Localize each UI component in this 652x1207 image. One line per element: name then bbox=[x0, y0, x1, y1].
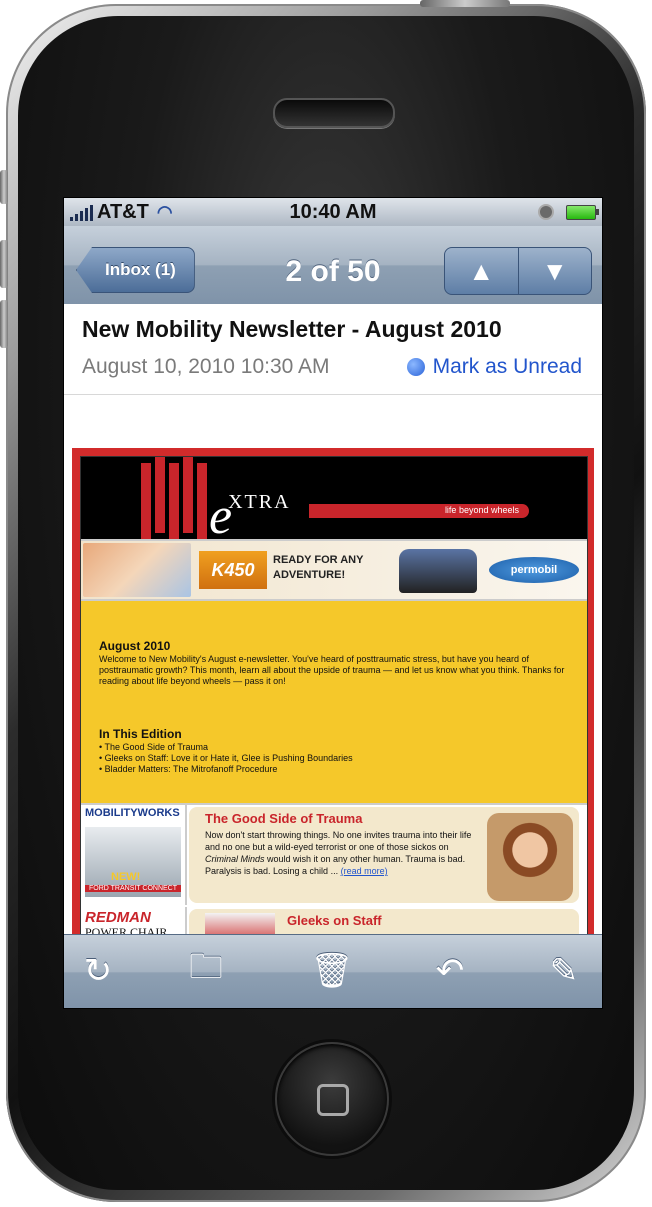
message-header: New Mobility Newsletter - August 2010 Au… bbox=[64, 304, 602, 394]
nm-logo bbox=[137, 457, 207, 539]
permobil-ad-banner[interactable]: K450 READY FOR ANY ADVENTURE! permobil bbox=[81, 541, 587, 601]
list-item: • Bladder Matters: The Mitrofanoff Proce… bbox=[99, 764, 278, 774]
home-button[interactable] bbox=[275, 1042, 389, 1156]
article-good-side-of-trauma: The Good Side of Trauma Now don't start … bbox=[189, 807, 579, 903]
triangle-down-icon: ▼ bbox=[541, 255, 568, 286]
edition-heading: In This Edition bbox=[99, 727, 182, 741]
mark-as-unread-label: Mark as Unread bbox=[432, 355, 582, 378]
newsletter-intro: August 2010 Welcome to New Mobility's Au… bbox=[81, 601, 587, 805]
bottom-toolbar: ↻ 🗀 🗑 ↶ ✎ bbox=[64, 934, 602, 1008]
intro-text: Welcome to New Mobility's August e-newsl… bbox=[99, 654, 565, 686]
mobilityworks-new: NEW! bbox=[111, 871, 141, 883]
previous-message-button[interactable]: ▲ bbox=[445, 248, 518, 294]
status-bar: AT&T ◠ 10:40 AM bbox=[64, 198, 602, 226]
author-photo bbox=[487, 813, 573, 901]
navigation-bar: Inbox (1) 2 of 50 ▲ ▼ bbox=[64, 226, 602, 305]
trash-icon[interactable]: 🗑 bbox=[310, 949, 354, 993]
tagline-bar: life beyond wheels bbox=[309, 504, 529, 518]
edition-list: • The Good Side of Trauma • Gleeks on St… bbox=[99, 742, 353, 775]
battery-icon bbox=[566, 205, 599, 220]
redman-logo: REDMAN bbox=[85, 909, 151, 926]
article-title[interactable]: The Good Side of Trauma bbox=[205, 811, 362, 826]
next-message-button[interactable]: ▼ bbox=[517, 248, 592, 294]
article-row-1: MOBILITYWORKS NEW! FORD TRANSIT CONNECT … bbox=[81, 805, 587, 905]
article-title[interactable]: Gleeks on Staff bbox=[287, 913, 382, 928]
orientation-lock-icon bbox=[538, 204, 554, 220]
newsletter-body: eXTRA life beyond wheels K450 READY FOR … bbox=[72, 448, 594, 948]
tagline: life beyond wheels bbox=[444, 505, 519, 515]
newsletter-banner: eXTRA life beyond wheels bbox=[81, 457, 587, 545]
refresh-icon[interactable]: ↻ bbox=[76, 949, 120, 993]
move-to-folder-icon[interactable]: 🗀 bbox=[184, 947, 228, 993]
article-text: Now don't start throwing things. No one … bbox=[205, 830, 472, 876]
status-time: 10:40 AM bbox=[289, 201, 377, 223]
permobil-logo: permobil bbox=[489, 557, 579, 583]
read-more-link[interactable]: (read more) bbox=[341, 866, 388, 876]
triangle-up-icon: ▲ bbox=[468, 255, 495, 286]
k450-logo: K450 bbox=[199, 551, 267, 589]
mark-as-unread-link[interactable]: Mark as Unread bbox=[406, 355, 582, 379]
sleep-button bbox=[420, 0, 510, 7]
reply-icon[interactable]: ↶ bbox=[428, 949, 472, 993]
newsletter-content: eXTRA life beyond wheels K450 READY FOR … bbox=[80, 456, 588, 948]
mobilityworks-ford: FORD TRANSIT CONNECT bbox=[85, 885, 181, 892]
list-item: • Gleeks on Staff: Love it or Hate it, G… bbox=[99, 753, 353, 763]
screen: AT&T ◠ 10:40 AM Inbox (1) 2 of 50 ▲ ▼ Ne… bbox=[63, 197, 603, 1009]
extra-logo: eXTRA bbox=[209, 488, 291, 545]
mobilityworks-logo: MOBILITYWORKS bbox=[85, 807, 180, 819]
home-square-icon bbox=[317, 1084, 349, 1116]
volume-down-button bbox=[0, 300, 8, 348]
message-navigator: ▲ ▼ bbox=[444, 247, 592, 295]
child-photo bbox=[83, 543, 191, 597]
list-item: • The Good Side of Trauma bbox=[99, 742, 209, 752]
message-subject: New Mobility Newsletter - August 2010 bbox=[82, 316, 502, 342]
power-chair-image bbox=[399, 549, 477, 593]
unread-dot-icon bbox=[406, 358, 425, 376]
volume-up-button bbox=[0, 240, 8, 288]
intro-heading: August 2010 bbox=[99, 639, 171, 653]
earpiece-speaker bbox=[273, 98, 395, 128]
ad-headline: READY FOR ANY ADVENTURE! bbox=[273, 554, 364, 581]
mute-switch bbox=[0, 170, 8, 204]
compose-icon[interactable]: ✎ bbox=[542, 949, 586, 993]
mobilityworks-ad[interactable]: MOBILITYWORKS NEW! FORD TRANSIT CONNECT bbox=[81, 805, 187, 905]
message-date: August 10, 2010 10:30 AM bbox=[82, 355, 330, 378]
header-divider bbox=[64, 394, 602, 395]
